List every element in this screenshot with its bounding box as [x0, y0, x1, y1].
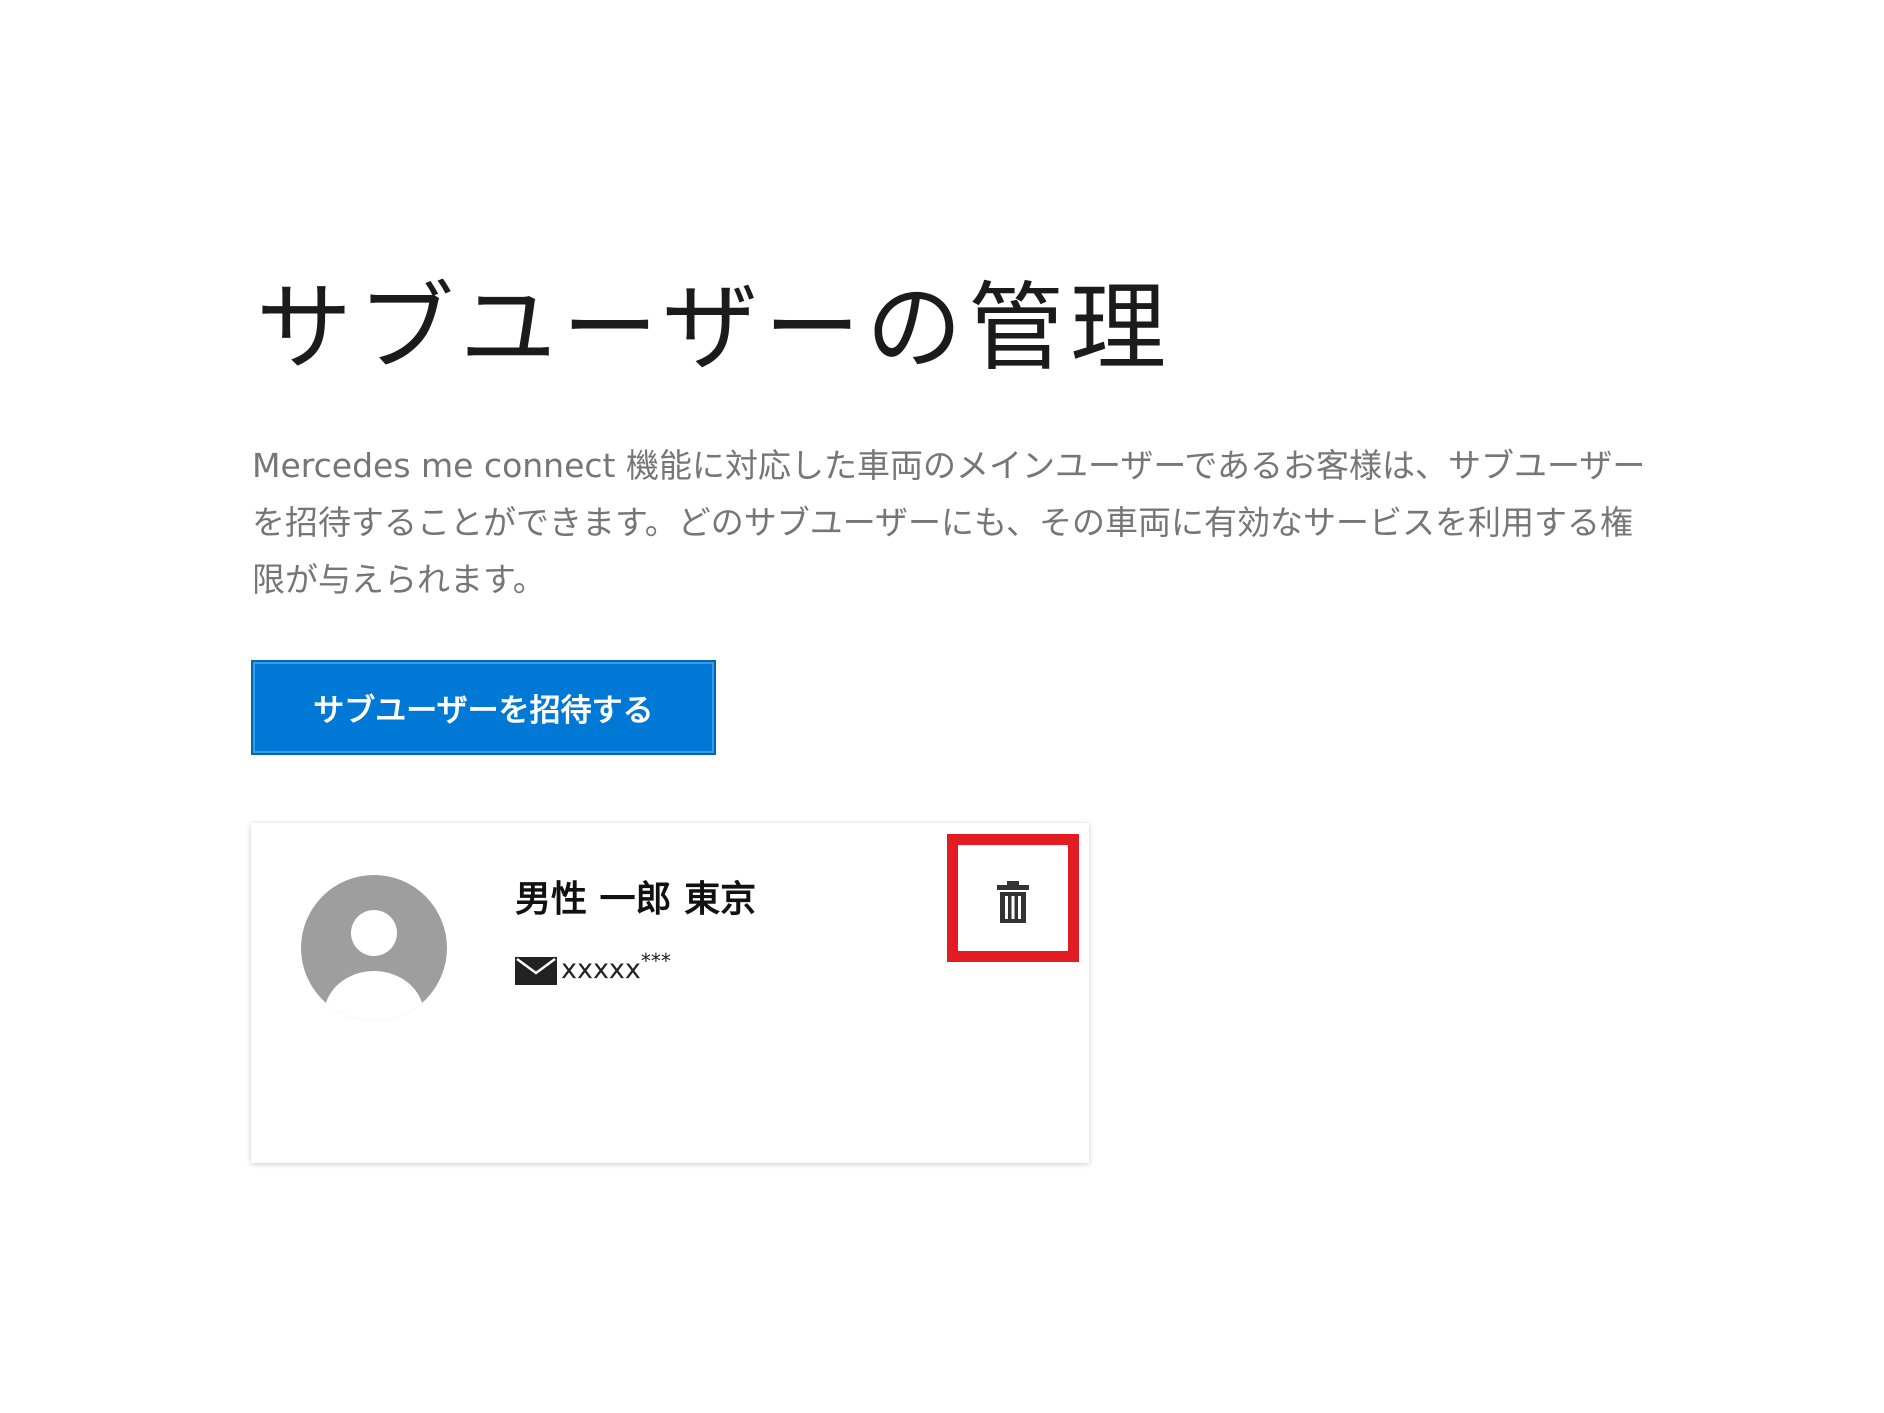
sub-user-email: xxxxx ***	[515, 951, 671, 985]
email-address-text: xxxxx	[561, 954, 641, 985]
delete-sub-user-button[interactable]	[975, 876, 1051, 928]
invite-sub-user-button[interactable]: サブユーザーを招待する	[251, 660, 716, 755]
sub-user-card: 男性 一郎 東京 xxxxx ***	[251, 823, 1089, 1163]
trash-icon	[997, 881, 1029, 923]
email-masked-suffix: ***	[640, 949, 671, 973]
person-avatar-icon	[301, 875, 447, 1021]
page-description: Mercedes me connect 機能に対応した車両のメインユーザーである…	[252, 446, 1646, 599]
envelope-icon	[515, 957, 557, 985]
page-title: サブユーザーの管理	[256, 272, 1173, 384]
sub-user-name: 男性 一郎 東京	[515, 879, 757, 920]
